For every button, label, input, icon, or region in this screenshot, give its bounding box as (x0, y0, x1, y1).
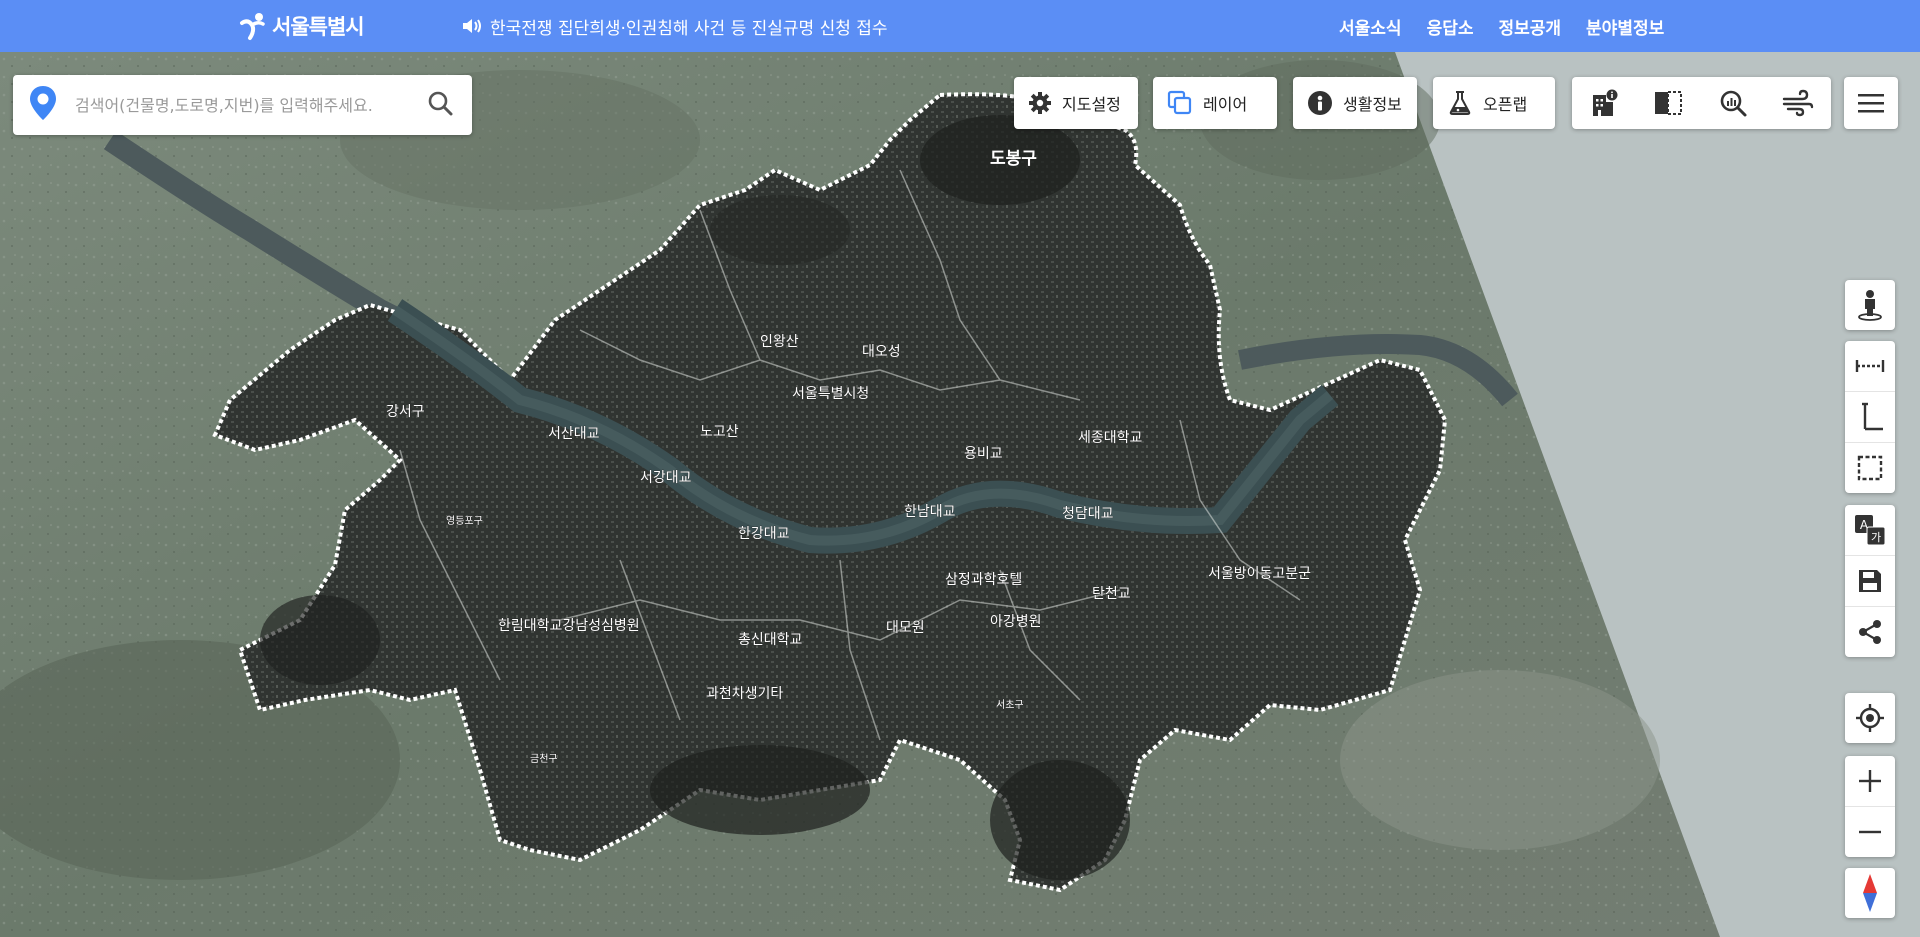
map-label-samjeong-hotel[interactable]: 삼정과학호텔 (945, 572, 1023, 589)
top-nav: 서울소식 응답소 정보공개 분야별정보 (1339, 0, 1664, 52)
layers-icon (1167, 90, 1193, 116)
map-label-seogang-bridge[interactable]: 서강대교 (640, 470, 692, 487)
map-label-chongsin-univ[interactable]: 총신대학교 (738, 632, 803, 649)
split-view-icon[interactable] (1653, 88, 1683, 118)
map-label-nogosan[interactable]: 노고산 (700, 424, 739, 441)
nav-seoul-news[interactable]: 서울소식 (1339, 14, 1402, 39)
map-label-gwacheon[interactable]: 과천차생기타 (706, 686, 784, 703)
street-view-control (1845, 280, 1895, 330)
tool-group (1572, 77, 1831, 129)
notice-banner[interactable]: 한국전쟁 집단희생·인권침해 사건 등 진실규명 신청 접수 (462, 0, 888, 52)
map-label-hallym-hospital[interactable]: 한림대학교강남성심병원 (498, 618, 640, 635)
map-label-dobong[interactable]: 도봉구 (990, 149, 1038, 170)
map-label-geumcheon[interactable]: 금천구 (530, 753, 558, 766)
seoul-logo-text: 서울특별시 (272, 15, 365, 39)
map-label-cityhall[interactable]: 서울특별시청 (792, 386, 870, 403)
flask-icon (1447, 90, 1473, 116)
map-canvas[interactable]: 도봉구 인왕산 대오성 서울특별시청 강서구 서산대교 노고산 서강대교 용비교… (0, 52, 1920, 937)
info-person-icon (1307, 90, 1333, 116)
life-info-label: 생활정보 (1343, 95, 1402, 114)
map-label-cheongdam-bridge[interactable]: 청담대교 (1062, 506, 1114, 523)
nav-info-disclosure[interactable]: 정보공개 (1498, 14, 1561, 39)
zoom-control (1845, 756, 1895, 857)
map-label-gangseo[interactable]: 강서구 (386, 404, 425, 421)
map-label-yongbi-bridge[interactable]: 용비교 (964, 446, 1003, 463)
utility-tools: A 가 (1845, 505, 1895, 657)
gear-icon (1028, 91, 1052, 115)
my-location-icon[interactable] (1845, 693, 1895, 743)
satellite-map[interactable]: 도봉구 인왕산 대오성 서울특별시청 강서구 서산대교 노고산 서강대교 용비교… (0, 52, 1920, 937)
map-label-daemo[interactable]: 대모원 (886, 620, 925, 637)
compass-control (1845, 868, 1895, 918)
map-label-hannam-bridge[interactable]: 한남대교 (904, 504, 956, 521)
street-view-icon[interactable] (1845, 280, 1895, 330)
building-info-icon[interactable] (1589, 88, 1619, 118)
search-box (13, 75, 472, 135)
height-measure-icon[interactable] (1845, 391, 1895, 442)
search-icon[interactable] (427, 90, 455, 120)
map-label-ahyeon-hospital[interactable]: 아강병원 (990, 614, 1042, 631)
seoul-logo-icon (240, 13, 265, 40)
seoul-logo[interactable]: 서울특별시 (238, 10, 365, 42)
nav-eungdapso[interactable]: 응답소 (1427, 14, 1474, 39)
map-label-inwangsan[interactable]: 인왕산 (760, 334, 799, 351)
map-label-sejong-univ[interactable]: 세종대학교 (1078, 430, 1143, 447)
map-label-daeosung[interactable]: 대오성 (862, 344, 901, 361)
open-lab-button[interactable]: 오픈랩 (1433, 77, 1555, 129)
map-label-seosan-bridge[interactable]: 서산대교 (548, 426, 600, 443)
map-settings-button[interactable]: 지도설정 (1014, 77, 1138, 129)
save-icon[interactable] (1845, 555, 1895, 606)
map-label-hangang-bridge[interactable]: 한강대교 (738, 526, 790, 543)
measure-tools (1845, 341, 1895, 493)
notice-text[interactable]: 한국전쟁 집단희생·인권침해 사건 등 진실규명 신청 접수 (490, 14, 888, 39)
speaker-icon (463, 19, 481, 33)
wind-icon[interactable] (1782, 88, 1814, 118)
map-label-tancheon-bridge[interactable]: 탄천교 (1092, 586, 1131, 603)
svg-text:가: 가 (1871, 531, 1881, 544)
nav-field-info[interactable]: 분야별정보 (1586, 14, 1664, 39)
zoom-analysis-icon[interactable] (1718, 88, 1748, 118)
search-input[interactable] (73, 94, 427, 116)
distance-measure-icon[interactable] (1845, 341, 1895, 391)
open-lab-label: 오픈랩 (1483, 95, 1528, 114)
map-label-yeongdeungpo[interactable]: 영등포구 (446, 515, 483, 528)
hamburger-menu-icon[interactable] (1844, 77, 1898, 129)
share-icon[interactable] (1845, 606, 1895, 657)
layer-button[interactable]: 레이어 (1153, 77, 1277, 129)
layer-label: 레이어 (1203, 95, 1248, 114)
translate-icon[interactable]: A 가 (1845, 505, 1895, 555)
zoom-out-icon[interactable] (1845, 806, 1895, 857)
map-label-seocho[interactable]: 서초구 (996, 699, 1024, 712)
top-bar: 서울특별시 한국전쟁 집단희생·인권침해 사건 등 진실규명 신청 접수 서울소… (0, 0, 1920, 52)
area-measure-icon[interactable] (1845, 442, 1895, 493)
zoom-in-icon[interactable] (1845, 756, 1895, 806)
life-info-button[interactable]: 생활정보 (1293, 77, 1417, 129)
map-label-bangi-tombs[interactable]: 서울방이동고분군 (1208, 566, 1312, 583)
map-settings-label: 지도설정 (1062, 95, 1121, 114)
compass-icon[interactable] (1845, 868, 1895, 918)
location-pin-icon (29, 85, 59, 125)
my-location-control (1845, 693, 1895, 743)
